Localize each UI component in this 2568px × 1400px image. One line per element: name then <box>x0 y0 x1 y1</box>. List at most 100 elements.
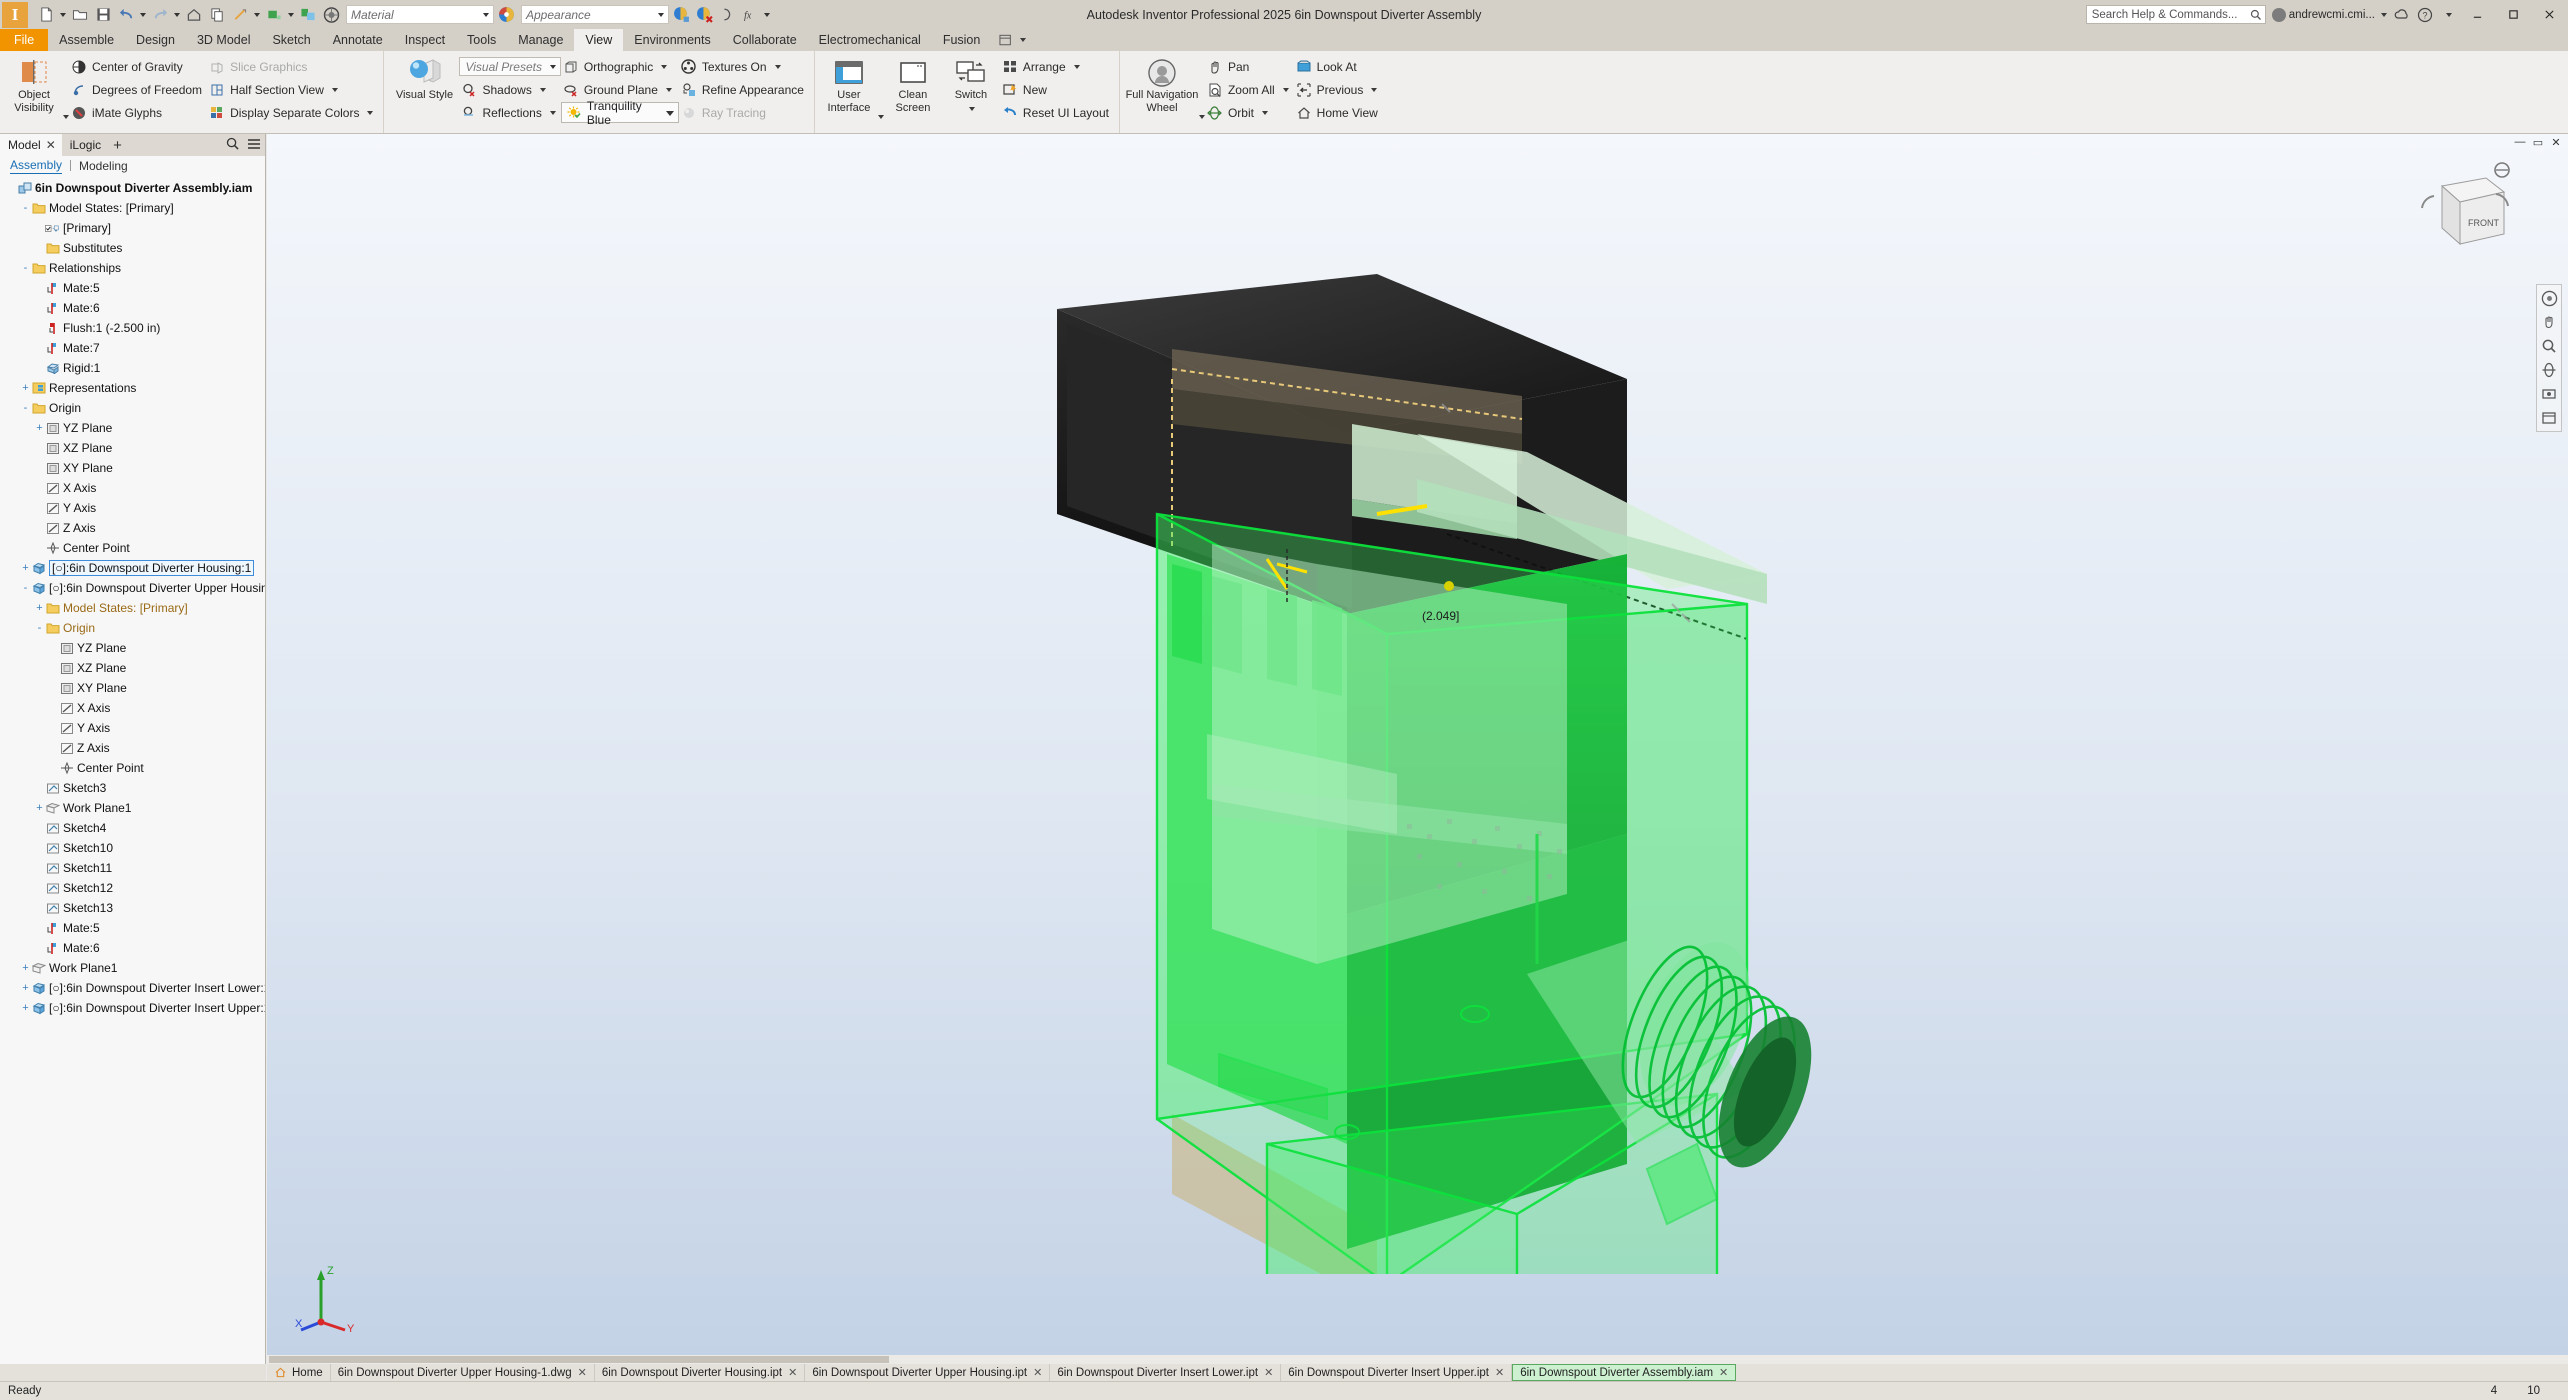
scroll-thumb[interactable] <box>269 1356 889 1363</box>
chevron-down-icon[interactable] <box>661 64 668 69</box>
measure-icon[interactable] <box>716 3 738 27</box>
chevron-down-icon[interactable] <box>774 64 781 69</box>
tab-inspect[interactable]: Inspect <box>394 29 456 51</box>
home-icon[interactable] <box>183 3 205 27</box>
look-at-button[interactable]: Look At <box>1294 55 1383 78</box>
chevron-down-icon[interactable] <box>1371 87 1378 92</box>
tree-node[interactable]: Mate:5 <box>0 918 265 938</box>
copy-icon[interactable] <box>206 3 228 27</box>
close-button[interactable] <box>2534 5 2564 25</box>
close-icon[interactable]: ✕ <box>1495 1366 1504 1379</box>
save-icon[interactable] <box>92 3 114 27</box>
tree-node[interactable]: Mate:5 <box>0 278 265 298</box>
tree-node[interactable]: Sketch4 <box>0 818 265 838</box>
search-input[interactable]: Search Help & Commands... <box>2085 5 2266 24</box>
tab-fusion[interactable]: Fusion <box>932 29 992 51</box>
tree-node[interactable]: - [○]:6in Downspout Diverter Upper Housin… <box>0 578 265 598</box>
tree-node[interactable]: Z Axis <box>0 738 265 758</box>
chevron-down-icon[interactable] <box>1073 64 1080 69</box>
fx-icon[interactable]: fx <box>739 3 761 27</box>
tab-3d-model[interactable]: 3D Model <box>186 29 262 51</box>
orbit-button[interactable]: Orbit <box>1205 101 1294 124</box>
tree-node[interactable]: Sketch12 <box>0 878 265 898</box>
switch-windows-button[interactable]: Switch <box>942 53 1000 133</box>
zoom-all-button[interactable]: Zoom All <box>1205 78 1294 101</box>
clean-screen-button[interactable]: Clean Screen <box>884 53 942 133</box>
refine-appearance-button[interactable]: Refine Appearance <box>679 78 809 101</box>
document-tab[interactable]: 6in Downspout Diverter Housing.ipt ✕ <box>595 1364 806 1381</box>
degrees-of-freedom-button[interactable]: Degrees of Freedom <box>69 78 207 101</box>
redo-icon[interactable] <box>149 3 171 27</box>
tree-node[interactable]: Z Axis <box>0 518 265 538</box>
select-icon[interactable] <box>297 3 319 27</box>
user-account-button[interactable]: andrewcmi.cmi... <box>2271 7 2387 22</box>
redo-dropdown-icon[interactable] <box>172 3 182 27</box>
reflections-button[interactable]: Reflections <box>459 101 560 124</box>
close-icon[interactable]: ✕ <box>46 138 56 152</box>
return-icon[interactable] <box>263 3 285 27</box>
tree-node[interactable]: X Axis <box>0 698 265 718</box>
close-icon[interactable]: ✕ <box>788 1366 797 1379</box>
expand-icon[interactable]: + <box>34 602 45 614</box>
expand-icon[interactable]: + <box>34 802 45 814</box>
help-dropdown-icon[interactable] <box>2439 6 2456 23</box>
previous-view-button[interactable]: Previous <box>1294 78 1383 101</box>
collapse-icon[interactable]: - <box>20 262 31 274</box>
arrange-button[interactable]: Arrange <box>1000 55 1114 78</box>
document-tab[interactable]: 6in Downspout Diverter Insert Lower.ipt ✕ <box>1050 1364 1282 1381</box>
steering-wheel-icon[interactable] <box>2539 288 2559 308</box>
orbit-icon[interactable] <box>2539 360 2559 380</box>
tree-node[interactable]: + [○]:6in Downspout Diverter Insert Lower… <box>0 978 265 998</box>
chevron-down-icon[interactable] <box>549 110 556 115</box>
navigation-bar[interactable] <box>2536 284 2562 432</box>
tree-node[interactable]: Sketch10 <box>0 838 265 858</box>
display-separate-colors-button[interactable]: Display Separate Colors <box>207 101 378 124</box>
zoom-icon[interactable] <box>2539 336 2559 356</box>
collapse-icon[interactable]: - <box>20 402 31 414</box>
tree-node[interactable]: XZ Plane <box>0 658 265 678</box>
viewport-minimize-button[interactable]: — <box>2512 136 2528 149</box>
document-tab[interactable]: 6in Downspout Diverter Upper Housing.ipt… <box>805 1364 1051 1381</box>
restore-button[interactable] <box>2498 5 2528 25</box>
expand-icon[interactable]: + <box>20 962 31 974</box>
tab-collaborate[interactable]: Collaborate <box>722 29 808 51</box>
reset-ui-layout-button[interactable]: Reset UI Layout <box>1000 101 1114 124</box>
tree-node[interactable]: Center Point <box>0 758 265 778</box>
tab-annotate[interactable]: Annotate <box>322 29 394 51</box>
tree-node[interactable]: Sketch11 <box>0 858 265 878</box>
appearance-combo[interactable]: Appearance <box>521 5 669 24</box>
tab-tools[interactable]: Tools <box>456 29 507 51</box>
tab-design[interactable]: Design <box>125 29 186 51</box>
tree-node[interactable]: + Model States: [Primary] <box>0 598 265 618</box>
tree-node[interactable]: Flush:1 (-2.500 in) <box>0 318 265 338</box>
tree-node[interactable]: + Work Plane1 <box>0 958 265 978</box>
update-icon[interactable] <box>229 3 251 27</box>
tab-file[interactable]: File <box>0 29 49 51</box>
tab-view[interactable]: View <box>574 29 624 51</box>
chevron-down-icon[interactable] <box>331 87 338 92</box>
shadows-button[interactable]: Shadows <box>459 78 560 101</box>
browser-tab-model[interactable]: Model ✕ <box>0 134 62 156</box>
new-icon[interactable] <box>35 3 57 27</box>
update-dropdown-icon[interactable] <box>252 3 262 27</box>
browser-search-icon[interactable] <box>226 137 239 153</box>
new-window-button[interactable]: New <box>1000 78 1114 101</box>
tree-node[interactable]: - Origin <box>0 618 265 638</box>
browser-tab-ilogic[interactable]: iLogic <box>62 134 107 156</box>
material-combo[interactable]: Material <box>346 5 494 24</box>
inventor-logo-icon[interactable]: I <box>2 1 28 28</box>
expand-icon[interactable]: + <box>20 382 31 394</box>
tree-node[interactable]: Mate:7 <box>0 338 265 358</box>
chevron-down-icon[interactable] <box>665 87 672 92</box>
full-navigation-wheel-button[interactable]: Full Navigation Wheel <box>1125 53 1199 133</box>
imate-glyphs-button[interactable]: iMate Glyphs <box>69 101 207 124</box>
view-preset-icon[interactable] <box>2539 408 2559 428</box>
tree-node[interactable]: Sketch13 <box>0 898 265 918</box>
orthographic-button[interactable]: Orthographic <box>561 55 679 78</box>
viewport-close-button[interactable]: ✕ <box>2548 136 2564 149</box>
adjust-appearance-icon[interactable] <box>670 3 692 27</box>
material-swatch-icon[interactable] <box>495 3 517 27</box>
half-section-view-button[interactable]: Half Section View <box>207 78 378 101</box>
qat-more-icon[interactable] <box>762 3 772 27</box>
close-icon[interactable]: ✕ <box>1033 1366 1042 1379</box>
